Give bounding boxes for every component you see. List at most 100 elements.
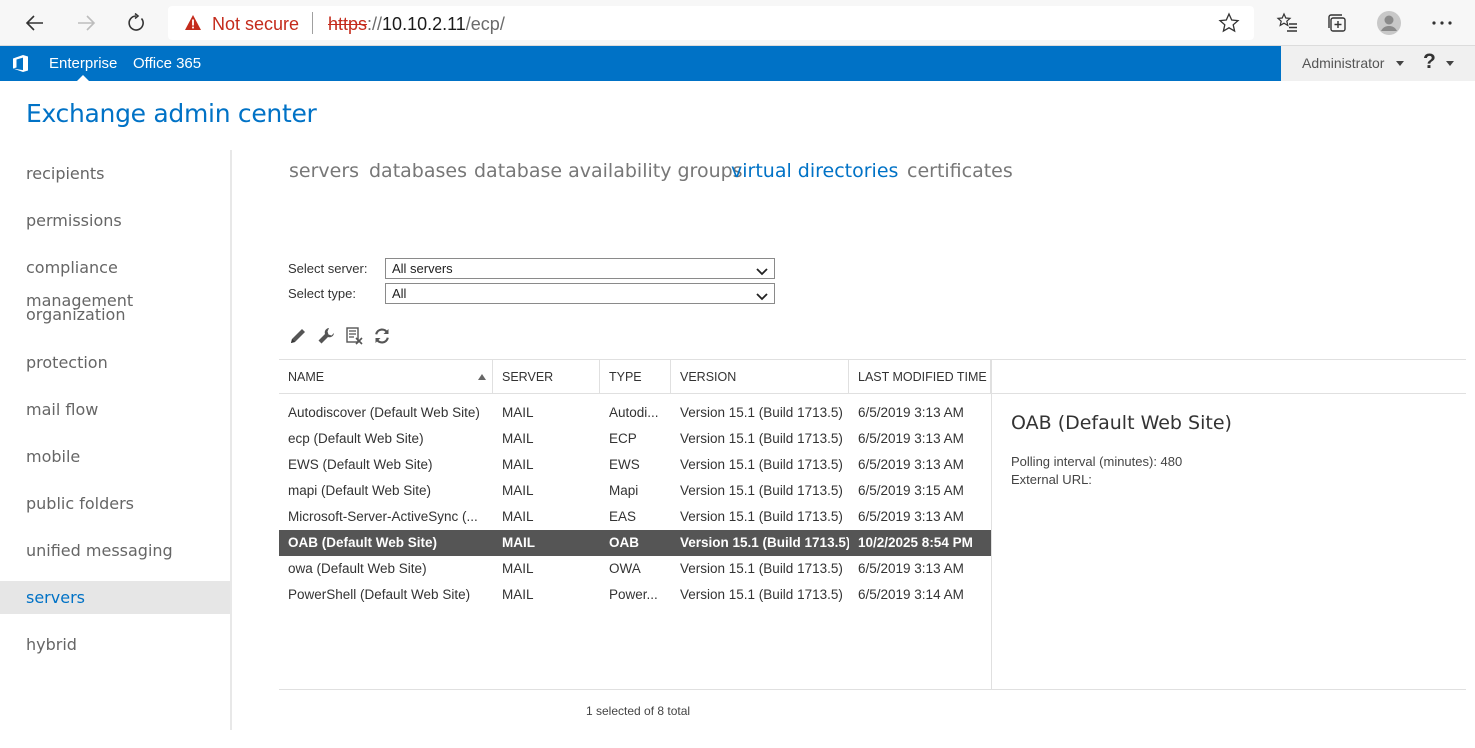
cell-server: MAIL xyxy=(502,483,534,498)
chevron-down-icon[interactable] xyxy=(1396,61,1404,66)
cell-version: Version 15.1 (Build 1713.5) xyxy=(680,431,843,446)
reset-icon[interactable] xyxy=(343,325,365,347)
table-row[interactable]: ecp (Default Web Site) MAIL ECP Version … xyxy=(279,426,991,452)
cell-type: EAS xyxy=(609,509,637,524)
cell-version: Version 15.1 (Build 1713.5) xyxy=(680,587,843,602)
details-title: OAB (Default Web Site) xyxy=(1011,412,1232,434)
security-label[interactable]: Not secure xyxy=(212,14,299,35)
cell-version: Version 15.1 (Build 1713.5) xyxy=(680,405,843,420)
cell-last-modified: 6/5/2019 3:13 AM xyxy=(858,431,964,446)
cell-version: Version 15.1 (Build 1713.5) xyxy=(680,509,843,524)
cell-name: ecp (Default Web Site) xyxy=(288,431,424,446)
forward-icon[interactable] xyxy=(71,8,101,38)
suite-bar-brand-area: Enterprise Office 365 xyxy=(0,46,1281,81)
cell-last-modified: 6/5/2019 3:14 AM xyxy=(858,587,964,602)
table-row[interactable]: Microsoft-Server-ActiveSync (... MAIL EA… xyxy=(279,504,991,530)
column-header-name[interactable]: NAME xyxy=(279,360,493,394)
back-icon[interactable] xyxy=(20,8,50,38)
refresh-icon[interactable] xyxy=(121,8,151,38)
nav-item-permissions[interactable]: permissions xyxy=(0,204,230,237)
nav-item-servers[interactable]: servers xyxy=(0,581,230,614)
cell-server: MAIL xyxy=(502,431,534,446)
nav-item-recipients[interactable]: recipients xyxy=(0,157,230,190)
column-header-server[interactable]: SERVER xyxy=(493,360,600,394)
cell-server: MAIL xyxy=(502,509,534,524)
tab-databases[interactable]: databases xyxy=(369,160,467,182)
cell-name: Autodiscover (Default Web Site) xyxy=(288,405,480,420)
tab-virtual-directories[interactable]: virtual directories xyxy=(731,160,898,182)
wrench-icon[interactable] xyxy=(315,325,337,347)
type-select[interactable]: All xyxy=(385,283,775,304)
left-navigation: recipients permissions compliance manage… xyxy=(0,150,232,730)
sort-ascending-icon xyxy=(478,374,486,380)
selection-status: 1 selected of 8 total xyxy=(586,704,691,718)
column-header-version[interactable]: VERSION xyxy=(671,360,849,394)
profile-icon[interactable] xyxy=(1374,8,1404,38)
footer-divider xyxy=(279,689,1466,690)
cell-last-modified: 10/2/2025 8:54 PM xyxy=(858,535,973,550)
cell-last-modified: 6/5/2019 3:13 AM xyxy=(858,561,964,576)
details-external-url: External URL: xyxy=(1011,472,1092,487)
tab-database-availability-groups[interactable]: database availability groups xyxy=(474,160,743,182)
cell-last-modified: 6/5/2019 3:13 AM xyxy=(858,405,964,420)
cell-type: EWS xyxy=(609,457,640,472)
favorite-star-icon[interactable] xyxy=(1218,12,1240,39)
nav-item-public-folders[interactable]: public folders xyxy=(0,487,230,520)
warning-icon xyxy=(184,14,202,36)
nav-item-hybrid[interactable]: hybrid xyxy=(0,628,230,661)
nav-item-mail-flow[interactable]: mail flow xyxy=(0,393,230,426)
office-logo-icon[interactable] xyxy=(12,54,29,78)
favorites-list-icon[interactable] xyxy=(1272,8,1302,38)
table-row[interactable]: PowerShell (Default Web Site) MAIL Power… xyxy=(279,582,991,608)
server-select[interactable]: All servers xyxy=(385,258,775,279)
details-pane: OAB (Default Web Site) Polling interval … xyxy=(991,394,1466,690)
cell-type: OAB xyxy=(609,535,639,550)
nav-item-organization[interactable]: organization xyxy=(0,298,230,331)
refresh-icon[interactable] xyxy=(371,325,393,347)
cell-last-modified: 6/5/2019 3:15 AM xyxy=(858,483,964,498)
cell-last-modified: 6/5/2019 3:13 AM xyxy=(858,509,964,524)
type-filter-label: Select type: xyxy=(288,286,356,301)
cell-version: Version 15.1 (Build 1713.5) xyxy=(680,457,843,472)
table-row[interactable]: EWS (Default Web Site) MAIL EWS Version … xyxy=(279,452,991,478)
more-icon[interactable] xyxy=(1427,8,1457,38)
tab-certificates[interactable]: certificates xyxy=(907,160,1013,182)
column-header-last-modified[interactable]: LAST MODIFIED TIME xyxy=(849,360,991,394)
cell-name: owa (Default Web Site) xyxy=(288,561,427,576)
suite-link-office365[interactable]: Office 365 xyxy=(133,55,201,72)
server-filter-label: Select server: xyxy=(288,261,368,276)
cell-type: Mapi xyxy=(609,483,639,498)
url-text[interactable]: https://10.10.2.11/ecp/ xyxy=(328,14,505,35)
pane-divider xyxy=(991,359,992,690)
nav-item-protection[interactable]: protection xyxy=(0,346,230,379)
user-menu[interactable]: Administrator xyxy=(1302,55,1384,71)
cell-name: PowerShell (Default Web Site) xyxy=(288,587,471,602)
nav-item-mobile[interactable]: mobile xyxy=(0,440,230,473)
url-host: 10.10.2.11 xyxy=(382,14,466,34)
cell-server: MAIL xyxy=(502,405,534,420)
nav-item-compliance-management[interactable]: compliance management xyxy=(0,251,230,310)
browser-toolbar: Not secure https://10.10.2.11/ecp/ xyxy=(0,0,1475,46)
active-suite-indicator xyxy=(77,75,89,81)
table-row[interactable]: mapi (Default Web Site) MAIL Mapi Versio… xyxy=(279,478,991,504)
collections-icon[interactable] xyxy=(1322,8,1352,38)
cell-name: OAB (Default Web Site) xyxy=(288,535,438,550)
help-icon[interactable]: ? xyxy=(1423,50,1436,74)
table-row[interactable]: Autodiscover (Default Web Site) MAIL Aut… xyxy=(279,400,991,426)
edit-icon[interactable] xyxy=(287,325,309,347)
nav-item-unified-messaging[interactable]: unified messaging xyxy=(0,534,230,567)
suite-link-enterprise[interactable]: Enterprise xyxy=(49,55,117,72)
cell-version: Version 15.1 (Build 1713.5) xyxy=(680,561,843,576)
cell-server: MAIL xyxy=(502,561,534,576)
chevron-down-icon[interactable] xyxy=(1446,61,1454,66)
chevron-down-icon xyxy=(756,288,768,307)
address-bar[interactable]: Not secure https://10.10.2.11/ecp/ xyxy=(168,6,1254,40)
table-row-selected[interactable]: OAB (Default Web Site) MAIL OAB Version … xyxy=(279,530,991,556)
table-row[interactable]: owa (Default Web Site) MAIL OWA Version … xyxy=(279,556,991,582)
page-title: Exchange admin center xyxy=(26,99,317,128)
cell-type: Power... xyxy=(609,587,658,602)
tab-servers[interactable]: servers xyxy=(289,160,359,182)
url-scheme: https xyxy=(328,14,368,34)
column-header-type[interactable]: TYPE xyxy=(600,360,671,394)
cell-version: Version 15.1 (Build 1713.5) xyxy=(680,483,843,498)
